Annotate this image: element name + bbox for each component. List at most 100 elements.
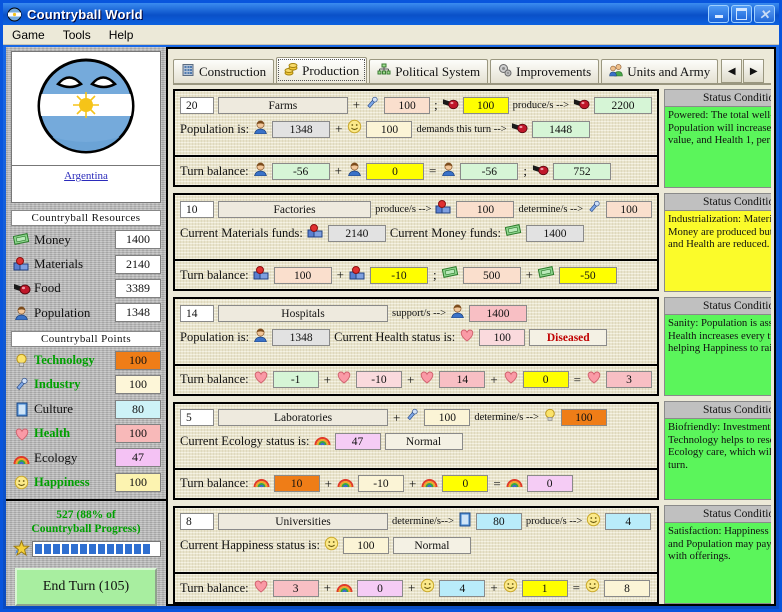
heart-icon	[253, 579, 269, 598]
plus-sign: +	[324, 475, 332, 491]
plus-sign: +	[406, 371, 415, 387]
status-condition-text: Biofriendly: Investment in Technology he…	[665, 419, 771, 499]
tab-label-production: Production	[302, 62, 360, 78]
hospitals-support-value: 1400	[469, 304, 528, 322]
gears-icon	[498, 63, 512, 81]
tab-scroll-prev-button[interactable]: ◀	[721, 59, 743, 83]
heart-icon	[459, 328, 475, 347]
status-condition-card: Status Condition Biofriendly: Investment…	[664, 401, 771, 500]
minimize-button[interactable]	[708, 5, 729, 23]
rainbow-icon	[337, 474, 354, 493]
factories-balance-label: Turn balance:	[180, 267, 249, 282]
argentina-countryball-icon	[30, 54, 142, 163]
laboratories-panel: 5 Laboratories + 100 determine/s --> 100	[173, 401, 659, 500]
laboratories-ecology-value: 47	[334, 433, 381, 451]
universities-happiness-status-badge: Normal	[392, 537, 471, 555]
farms-happiness-value: 100	[366, 120, 413, 138]
plus-sign: +	[490, 580, 498, 596]
population-icon	[450, 304, 465, 323]
end-turn-button[interactable]: End Turn (105)	[15, 568, 157, 607]
resource-row-food: Food 3389	[11, 278, 161, 299]
hospitals-balance-4: 0	[522, 371, 569, 389]
close-button[interactable]: ✕	[754, 5, 775, 23]
menu-tools[interactable]: Tools	[54, 27, 100, 43]
factories-materials-rate: 100	[456, 200, 515, 218]
tab-scroll-next-button[interactable]: ▶	[743, 59, 765, 83]
smiley-icon	[586, 512, 601, 532]
universities-title: Universities	[218, 513, 388, 531]
rainbow-icon	[253, 474, 270, 493]
universities-panel: 8 Universities determine/s--> 80 produce…	[173, 505, 659, 604]
plus-sign: +	[335, 121, 343, 136]
farms-header-row: 20 Farms + 100 ; 100 produce/s --> 2200	[180, 95, 652, 115]
resource-value-population: 1348	[115, 303, 161, 323]
hospitals-health-status-badge: Diseased	[529, 328, 608, 346]
hospitals-balance-label: Turn balance:	[180, 372, 249, 387]
factories-header-row: 10 Factories produce/s --> 100 determine…	[180, 199, 652, 219]
farms-balance-pop1: -56	[271, 162, 330, 180]
hospitals-health-status-label: Current Health status is:	[334, 329, 456, 344]
laboratories-balance-3: 0	[442, 475, 489, 493]
laboratories-balance-row: Turn balance: 10 + -10 + 0 = 0	[180, 474, 652, 494]
universities-balance-4: 1	[521, 579, 568, 597]
bulb-icon	[11, 353, 32, 368]
smiley-icon	[11, 475, 32, 490]
farms-population-label: Population is:	[180, 121, 250, 136]
factories-count[interactable]: 10	[180, 200, 214, 218]
progress-row	[11, 540, 161, 557]
hospitals-count[interactable]: 14	[180, 304, 214, 322]
laboratories-determine-label: determine/s -->	[474, 412, 539, 424]
heart-icon	[11, 427, 32, 441]
factories-title: Factories	[218, 200, 372, 218]
status-condition-heading: Status Condition	[665, 194, 771, 211]
materials-icon	[435, 199, 452, 219]
tab-improvements[interactable]: Improvements	[490, 59, 600, 83]
plus-sign: +	[352, 97, 361, 112]
factories-balance-mat2: -10	[369, 266, 428, 284]
country-name-link[interactable]: Argentina	[64, 170, 108, 182]
wrench-icon	[587, 200, 602, 219]
menu-game[interactable]: Game	[3, 27, 54, 43]
universities-balance-3: 4	[439, 579, 486, 597]
population-icon	[253, 328, 268, 347]
window-buttons: ✕	[708, 5, 775, 23]
point-label-ecology: Ecology	[34, 449, 78, 465]
hospitals-health-value: 100	[479, 328, 526, 346]
factories-determine-label: determine/s -->	[518, 203, 583, 215]
factories-balance-mat1: 100	[273, 266, 332, 284]
tab-political-system[interactable]: Political System	[369, 59, 489, 83]
wrench-icon	[11, 377, 32, 392]
plus-sign: +	[334, 163, 342, 179]
resources-heading: Countryball Resources	[11, 209, 161, 226]
rainbow-icon	[421, 474, 438, 493]
tab-units-and-army[interactable]: Units and Army	[601, 59, 719, 83]
materials-icon	[307, 223, 324, 243]
universities-happiness-value: 100	[342, 537, 389, 555]
farms-count[interactable]: 20	[180, 96, 214, 114]
equals-sign: =	[493, 475, 501, 491]
universities-count[interactable]: 8	[180, 513, 214, 531]
universities-produce-label: produce/s -->	[525, 516, 583, 528]
point-label-health: Health	[34, 426, 71, 441]
farms-panel: 20 Farms + 100 ; 100 produce/s --> 2200 …	[173, 89, 659, 188]
tab-production[interactable]: Production	[276, 57, 368, 83]
book-icon	[458, 512, 472, 532]
tab-construction[interactable]: Construction	[173, 59, 275, 83]
status-condition-card: Status Condition Powered: The total well…	[664, 89, 771, 188]
menu-help[interactable]: Help	[100, 27, 143, 43]
main-panel: Construction Production Political System…	[168, 47, 776, 606]
wrench-icon	[365, 96, 380, 115]
laboratories-count[interactable]: 5	[180, 409, 214, 427]
separator-semicolon: ;	[523, 163, 527, 179]
rainbow-icon	[506, 474, 523, 493]
status-condition-heading: Status Condition	[665, 506, 771, 523]
production-panels: 20 Farms + 100 ; 100 produce/s --> 2200 …	[173, 89, 659, 604]
country-name-box: Argentina	[11, 165, 161, 203]
status-condition-text: Powered: The total well-fed Population w…	[665, 107, 771, 187]
farms-balance-row: Turn balance: -56 + 0 = -56 ; 752	[180, 161, 652, 181]
maximize-button[interactable]	[731, 5, 752, 23]
universities-happiness-produced: 4	[605, 513, 652, 531]
plus-sign: +	[407, 580, 416, 596]
universities-balance-2: 0	[356, 579, 403, 597]
rainbow-icon	[336, 579, 353, 598]
